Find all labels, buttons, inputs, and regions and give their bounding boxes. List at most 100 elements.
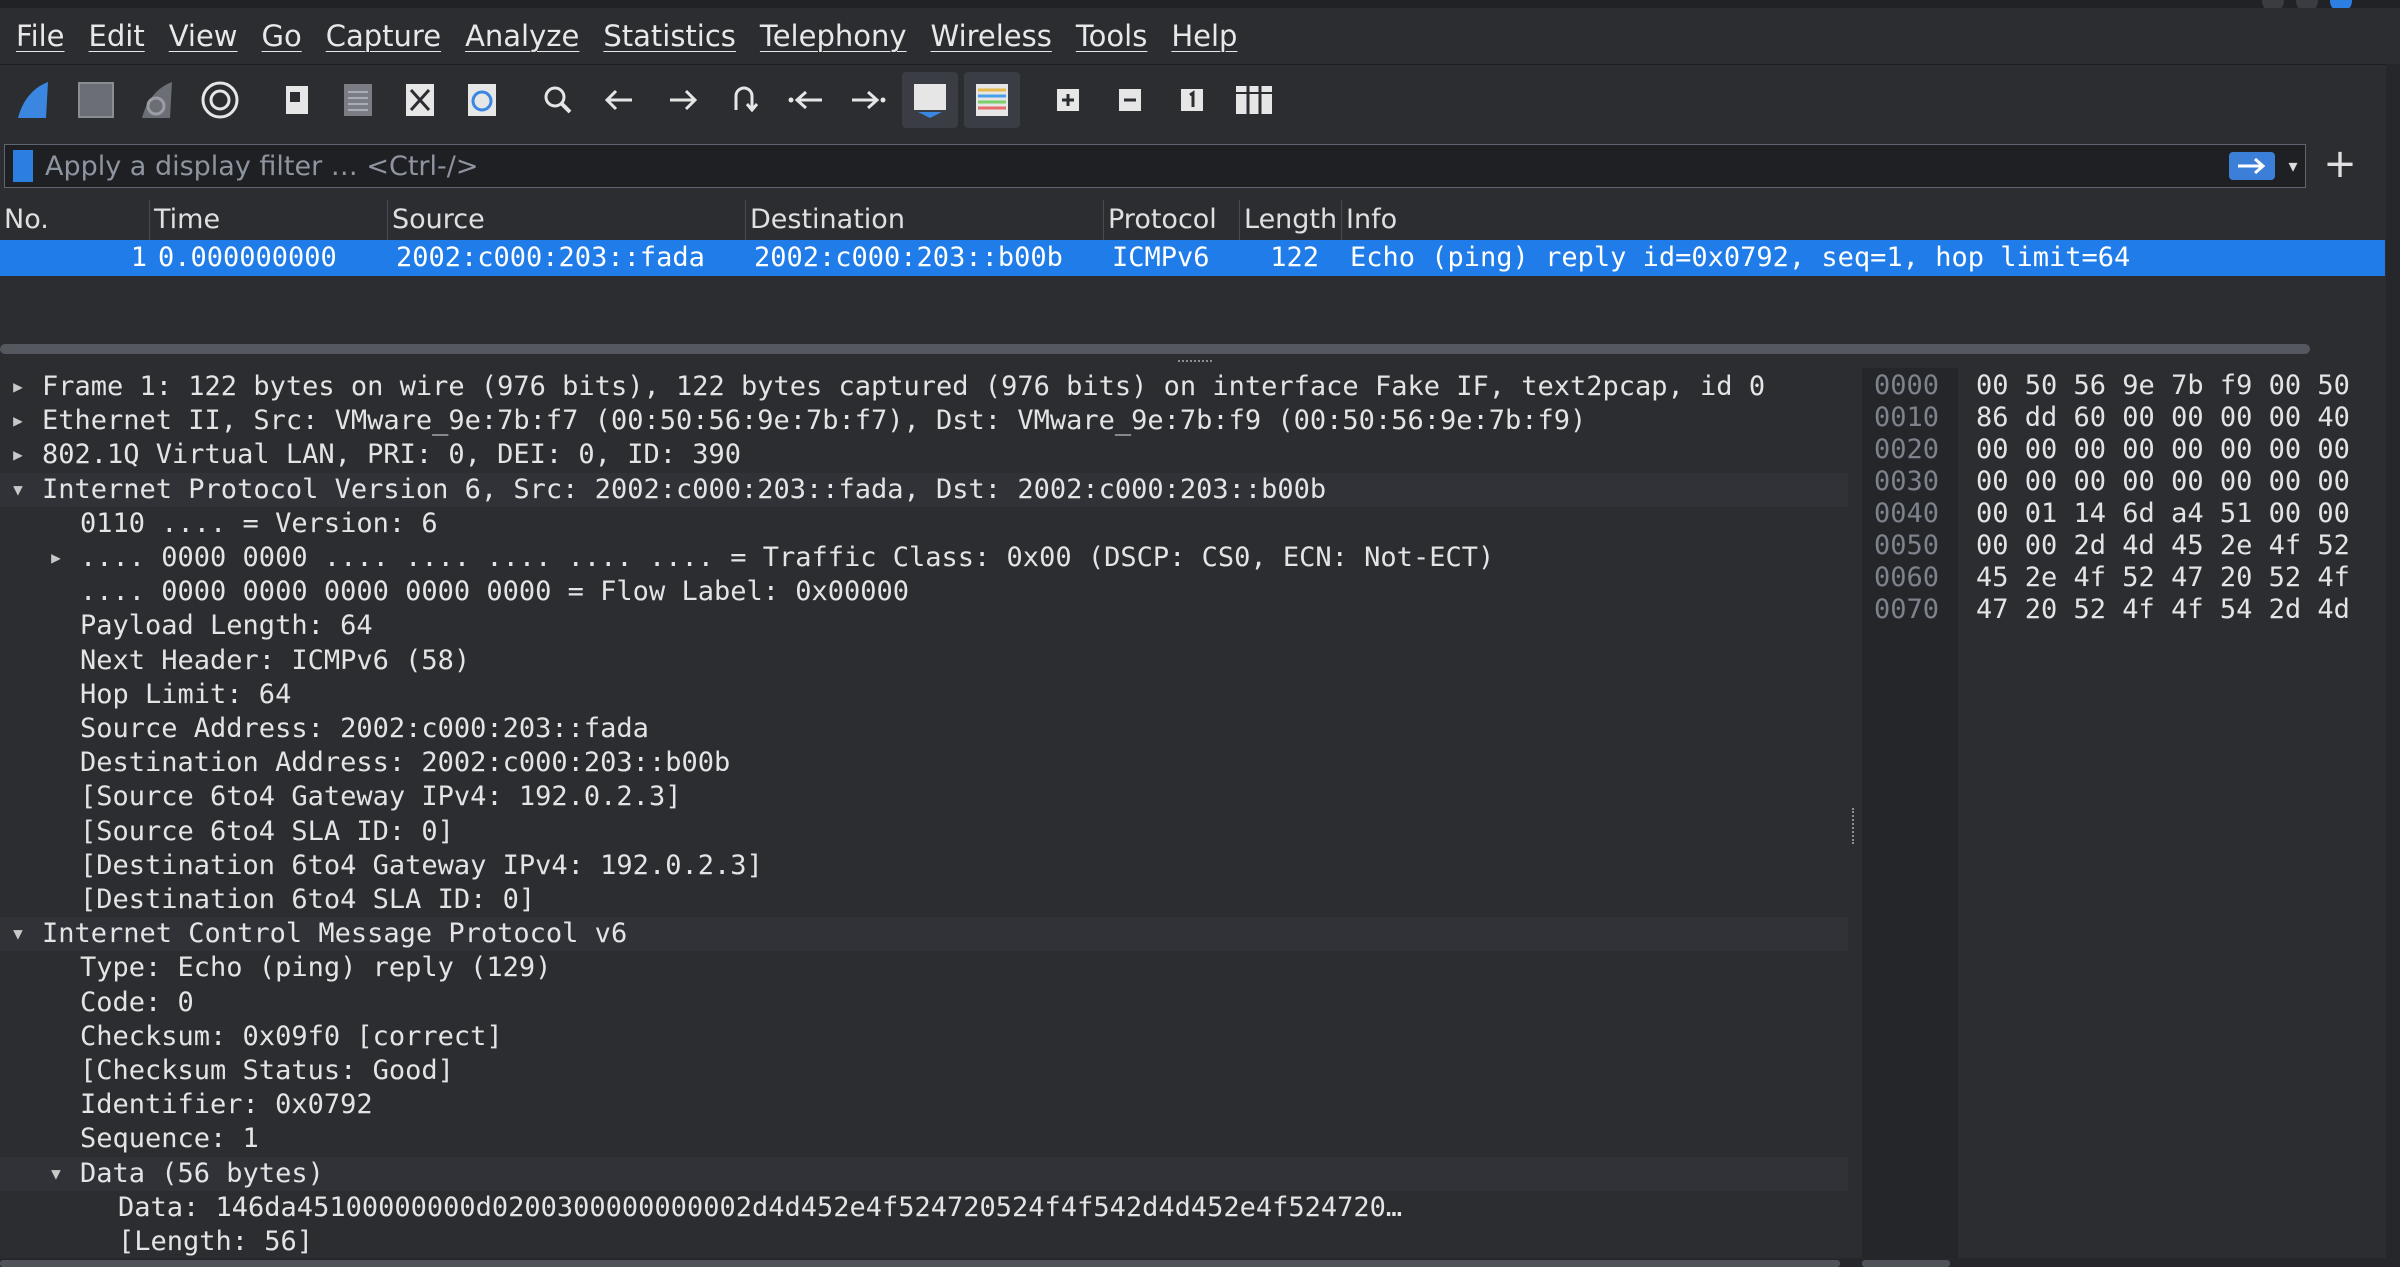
first-packet-icon[interactable] [778,72,834,128]
packet-list-empty-area[interactable] [0,276,2385,340]
tree-item[interactable]: ▼ Internet Control Message Protocol v6 [0,917,1848,952]
bytes-horizontal-scrollbar[interactable] [1862,1260,1950,1267]
splitter-grip-icon[interactable] [1852,808,1858,844]
expanded-arrow-icon[interactable]: ▼ [8,473,28,507]
chevron-down-icon[interactable]: ▾ [2281,148,2305,184]
tree-item[interactable]: Code: 0 [0,986,1848,1020]
zoom-out-icon[interactable] [1102,72,1158,128]
display-filter-input[interactable] [43,149,2229,183]
hex-offset: 0040 [1874,498,1940,529]
save-file-icon[interactable] [330,72,386,128]
go-back-icon[interactable] [592,72,648,128]
menu-bar: File Edit View Go Capture Analyze Statis… [0,8,2400,64]
tree-item[interactable]: [Destination 6to4 SLA ID: 0] [0,883,1848,917]
apply-filter-arrow-icon[interactable] [2229,152,2275,180]
tree-item-label: Data: 146da45100000000d0200300000000002d… [118,1191,1403,1223]
tree-item[interactable]: [Source 6to4 Gateway IPv4: 192.0.2.3] [0,780,1848,814]
column-header-destination[interactable]: Destination [746,200,1104,240]
tree-item[interactable]: ▼ Internet Protocol Version 6, Src: 2002:… [0,472,1848,507]
hex-row[interactable]: 0070 47 20 52 4f 4f 54 2d 4d [1862,594,2386,626]
tree-item[interactable]: Identifier: 0x0792 [0,1088,1848,1122]
column-header-no[interactable]: No. [0,200,150,240]
tree-item[interactable]: [Source 6to4 SLA ID: 0] [0,815,1848,849]
hex-row[interactable]: 0060 45 2e 4f 52 47 20 52 4f [1862,562,2386,594]
tree-item[interactable]: [Destination 6to4 Gateway IPv4: 192.0.2.… [0,849,1848,883]
tree-item-label: Data (56 bytes) [80,1157,324,1189]
collapsed-arrow-icon[interactable]: ▶ [8,404,28,438]
menu-tools[interactable]: Tools [1076,19,1147,53]
collapsed-arrow-icon[interactable]: ▶ [8,370,28,404]
go-forward-icon[interactable] [654,72,710,128]
find-packet-icon[interactable] [530,72,586,128]
details-horizontal-scrollbar[interactable] [0,1260,1840,1267]
tree-item[interactable]: ▶ .... 0000 0000 .... .... .... .... ....… [0,541,1848,575]
tree-item[interactable]: ▶ Frame 1: 122 bytes on wire (976 bits), … [0,370,1848,404]
cell-time: 0.000000000 [158,242,337,273]
column-header-source[interactable]: Source [388,200,746,240]
hex-row[interactable]: 0050 00 00 2d 4d 45 2e 4f 52 [1862,530,2386,562]
tree-item[interactable]: ▶ Ethernet II, Src: VMware_9e:7b:f7 (00:5… [0,404,1848,438]
normal-size-icon[interactable] [1164,72,1220,128]
tree-item[interactable]: Payload Length: 64 [0,609,1848,643]
collapsed-arrow-icon[interactable]: ▶ [8,438,28,472]
column-header-length[interactable]: Length [1240,200,1342,240]
open-file-icon[interactable] [268,72,324,128]
collapsed-arrow-icon[interactable]: ▶ [46,541,66,575]
tree-item[interactable]: Type: Echo (ping) reply (129) [0,951,1848,985]
table-row[interactable]: 1 0.000000000 2002:c000:203::fada 2002:c… [0,240,2385,276]
menu-help[interactable]: Help [1171,19,1237,53]
column-header-protocol[interactable]: Protocol [1104,200,1240,240]
zoom-in-icon[interactable] [1040,72,1096,128]
hex-bytes: 47 20 52 4f 4f 54 2d 4d [1976,594,2350,625]
menu-telephony[interactable]: Telephony [760,19,907,53]
window-vertical-scrollbar[interactable] [2386,64,2400,1267]
go-to-packet-icon[interactable] [716,72,772,128]
hex-row[interactable]: 0030 00 00 00 00 00 00 00 00 [1862,466,2386,498]
tree-item[interactable]: .... 0000 0000 0000 0000 0000 = Flow Lab… [0,575,1848,609]
menu-file[interactable]: File [16,19,65,53]
bookmark-icon[interactable] [13,150,33,182]
add-filter-button-plus-icon[interactable]: + [2318,140,2362,188]
packet-list-horizontal-scrollbar[interactable] [0,344,2310,354]
tree-item-label: [Length: 56] [118,1226,314,1257]
menu-view[interactable]: View [169,19,238,53]
expanded-arrow-icon[interactable]: ▼ [46,1157,66,1191]
shark-fin-start-icon[interactable] [6,72,62,128]
hex-row[interactable]: 0040 00 01 14 6d a4 51 00 00 [1862,498,2386,530]
expanded-arrow-icon[interactable]: ▼ [8,917,28,951]
tree-item[interactable]: ▶ 802.1Q Virtual LAN, PRI: 0, DEI: 0, ID:… [0,438,1848,472]
menu-statistics[interactable]: Statistics [603,19,736,53]
options-gear-icon[interactable] [192,72,248,128]
close-file-icon[interactable] [392,72,448,128]
tree-item[interactable]: Data: 146da45100000000d0200300000000002d… [0,1191,1848,1225]
packet-details-tree: ▶ Frame 1: 122 bytes on wire (976 bits), … [0,368,1848,1258]
tree-item[interactable]: Destination Address: 2002:c000:203::b00b [0,746,1848,780]
tree-item[interactable]: Next Header: ICMPv6 (58) [0,644,1848,678]
menu-capture[interactable]: Capture [326,19,441,53]
tree-item[interactable]: [Length: 56] [0,1225,1848,1258]
menu-wireless[interactable]: Wireless [931,19,1052,53]
hex-row[interactable]: 0010 86 dd 60 00 00 00 00 40 [1862,402,2386,434]
stop-square-icon[interactable] [68,72,124,128]
colorize-icon[interactable] [964,72,1020,128]
column-header-info[interactable]: Info [1342,200,2385,240]
tree-item[interactable]: Sequence: 1 [0,1122,1848,1156]
hex-row[interactable]: 0000 00 50 56 9e 7b f9 00 50 [1862,370,2386,402]
hex-row[interactable]: 0020 00 00 00 00 00 00 00 00 [1862,434,2386,466]
tree-item[interactable]: [Checksum Status: Good] [0,1054,1848,1088]
menu-go[interactable]: Go [262,19,302,53]
tree-item[interactable]: Checksum: 0x09f0 [correct] [0,1020,1848,1054]
resize-columns-icon[interactable] [1226,72,1282,128]
menu-edit[interactable]: Edit [89,19,145,53]
tree-item[interactable]: Source Address: 2002:c000:203::fada [0,712,1848,746]
menu-analyze[interactable]: Analyze [465,19,579,53]
tree-item[interactable]: 0110 .... = Version: 6 [0,507,1848,541]
autoscroll-icon[interactable] [902,72,958,128]
tree-item[interactable]: Hop Limit: 64 [0,678,1848,712]
restart-fin-icon[interactable] [130,72,186,128]
reload-file-icon[interactable] [454,72,510,128]
tree-item[interactable]: ▼ Data (56 bytes) [0,1156,1848,1191]
last-packet-icon[interactable] [840,72,896,128]
column-header-time[interactable]: Time [150,200,388,240]
pane-splitter-handle[interactable] [1178,360,1212,366]
